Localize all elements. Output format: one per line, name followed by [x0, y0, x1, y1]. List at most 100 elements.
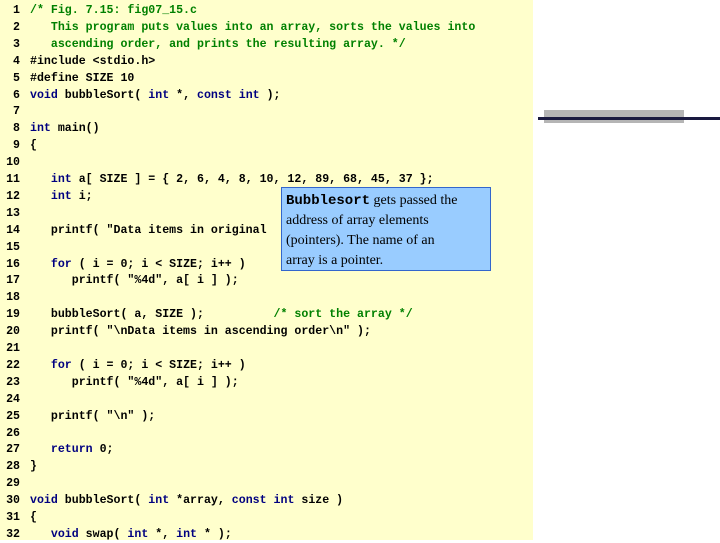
decorative-line	[538, 117, 720, 120]
code-line: 11 int a[ SIZE ] = { 2, 6, 4, 8, 10, 12,…	[0, 171, 433, 188]
keyword-token: int	[148, 494, 170, 508]
keyword-token: int	[176, 527, 198, 541]
keyword-token: int	[127, 527, 149, 541]
code-token: bubbleSort(	[57, 88, 149, 102]
keyword-token: void	[50, 527, 79, 541]
code-line: 6 void bubbleSort( int *, const int );	[0, 87, 280, 104]
line-number: 14	[6, 223, 20, 237]
line-number: 1	[13, 4, 20, 17]
code-token: main()	[50, 122, 100, 136]
code-line: 8 int main()	[0, 120, 100, 137]
code-text: for ( i = 0; i < SIZE; i++ )	[30, 357, 246, 374]
keyword-token: for	[50, 257, 72, 271]
callout-line-3: (pointers). The name of an	[286, 233, 435, 248]
code-text: printf( "\nData items in ascending order…	[30, 323, 371, 340]
code-text: for ( i = 0; i < SIZE; i++ )	[30, 256, 246, 273]
code-token: i;	[71, 189, 93, 203]
code-text: {	[30, 509, 37, 526]
code-token: );	[259, 88, 281, 102]
code-line: 31 {	[0, 509, 37, 526]
code-token: *array,	[169, 494, 232, 508]
code-token: bubbleSort(	[57, 494, 149, 508]
code-line: 13	[0, 205, 20, 222]
line-number: 32	[6, 527, 20, 541]
line-number: 2	[13, 20, 20, 34]
code-token: ( i = 0; i < SIZE; i++ )	[71, 257, 246, 271]
code-text: /* Fig. 7.15: fig07_15.c	[30, 2, 197, 19]
code-text: printf( "\n" );	[30, 408, 155, 425]
code-line: 3 ascending order, and prints the result…	[0, 36, 406, 53]
line-number: 4	[13, 54, 20, 68]
code-line: 19 bubbleSort( a, SIZE ); /* sort the ar…	[0, 306, 413, 323]
code-token: a[ SIZE ] = { 2, 6, 4, 8, 10, 12, 89, 68…	[71, 173, 434, 186]
line-number: 24	[6, 392, 20, 406]
code-token: *,	[169, 88, 198, 102]
line-number: 13	[6, 206, 20, 220]
code-line: 21	[0, 340, 20, 357]
line-number: 16	[6, 257, 20, 271]
code-text: ascending order, and prints the resultin…	[30, 36, 406, 53]
code-line: 28}	[0, 458, 37, 475]
line-number: 22	[6, 358, 20, 372]
keyword-token: const int	[231, 494, 295, 508]
callout-code-word: Bubblesort	[286, 193, 371, 209]
callout-text-1: gets passed the	[370, 193, 458, 208]
code-token: bubbleSort( a, SIZE );	[30, 308, 274, 322]
code-text: #include <stdio.h>	[30, 53, 155, 70]
code-line: 23 printf( "%4d", a[ i ] );	[0, 374, 239, 391]
line-number: 12	[6, 189, 20, 203]
keyword-token: void	[30, 494, 58, 508]
line-number: 27	[6, 443, 20, 457]
code-token: * );	[197, 527, 232, 541]
code-text: printf( "Data items in original	[30, 222, 267, 239]
code-token: printf( "%4d", a[ i ] );	[30, 274, 239, 288]
line-number: 19	[6, 308, 20, 322]
side-panel	[533, 0, 720, 540]
code-text: int a[ SIZE ] = { 2, 6, 4, 8, 10, 12, 89…	[30, 171, 434, 188]
keyword-token: int	[50, 173, 72, 186]
code-line: 4 #include <stdio.h>	[0, 53, 155, 70]
line-number: 7	[13, 105, 20, 119]
line-number: 20	[6, 325, 20, 339]
callout-line-4: array is a pointer.	[286, 253, 384, 268]
keyword-token: return	[50, 443, 93, 457]
code-line: 5 #define SIZE 10	[0, 70, 134, 87]
code-token: {	[30, 139, 37, 153]
line-number: 25	[6, 409, 20, 423]
code-line: 22 for ( i = 0; i < SIZE; i++ )	[0, 357, 246, 374]
code-text: {	[30, 137, 37, 154]
code-line: 14 printf( "Data items in original	[0, 222, 266, 239]
code-token: printf( "Data items in original	[30, 223, 267, 237]
comment-token: /* sort the array */	[273, 308, 413, 322]
code-text: void bubbleSort( int *array, const int s…	[30, 492, 343, 509]
code-line: 17 printf( "%4d", a[ i ] );	[0, 272, 239, 289]
keyword-token: int	[30, 122, 51, 136]
keyword-token: int	[50, 189, 72, 203]
keyword-token: const int	[197, 88, 260, 102]
code-token: 0;	[92, 443, 114, 457]
code-line: 10	[0, 154, 20, 171]
code-token: #include <stdio.h>	[30, 54, 156, 68]
line-number: 8	[13, 122, 20, 136]
line-number: 11	[6, 173, 20, 186]
line-number: 23	[6, 375, 20, 389]
code-line: 26	[0, 425, 20, 442]
code-text: int i;	[30, 188, 93, 205]
keyword-token: int	[148, 88, 170, 102]
line-number: 28	[6, 460, 20, 474]
code-line: 27 return 0;	[0, 441, 113, 458]
comment-token: /* Fig. 7.15: fig07_15.c	[30, 4, 197, 17]
code-token: ( i = 0; i < SIZE; i++ )	[71, 358, 246, 372]
code-text: void bubbleSort( int *, const int );	[30, 87, 281, 104]
line-number: 26	[6, 426, 20, 440]
code-token: printf( "\nData items in ascending order…	[30, 325, 371, 339]
line-number: 10	[6, 156, 20, 170]
code-line: 32 void swap( int *, int * );	[0, 526, 232, 543]
code-token: swap(	[78, 527, 128, 541]
